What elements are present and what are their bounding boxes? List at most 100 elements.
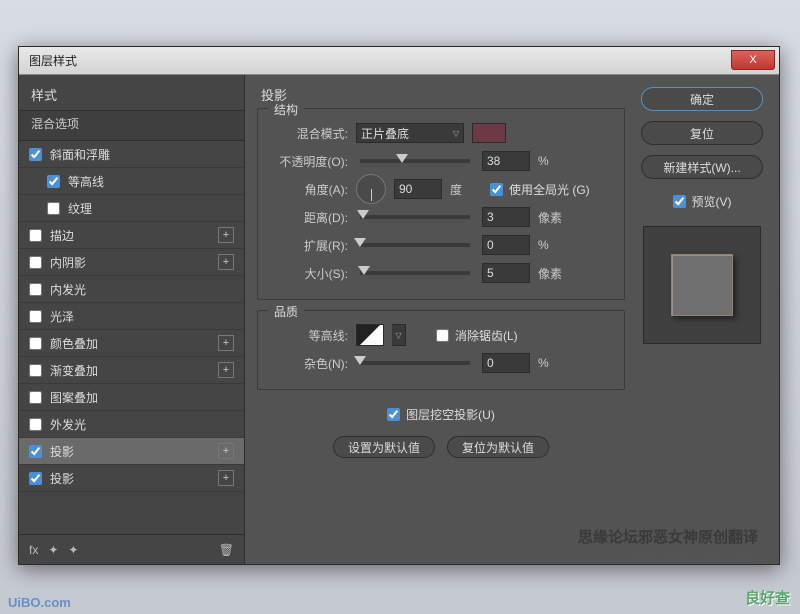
- style-item-inner-glow[interactable]: 内发光: [19, 276, 244, 303]
- color-swatch[interactable]: [472, 123, 506, 143]
- distance-label: 距离(D):: [270, 209, 348, 226]
- styles-sidebar: 样式 混合选项 斜面和浮雕 等高线 纹理 描边 + 内阴影 + 内发光 光泽 颜色叠…: [19, 75, 245, 564]
- checkbox[interactable]: [29, 283, 42, 296]
- fx-menu[interactable]: fx: [29, 543, 38, 557]
- watermark-url: www.missyuan.com: [578, 549, 758, 564]
- opacity-slider[interactable]: [360, 159, 470, 163]
- style-item-pattern-overlay[interactable]: 图案叠加: [19, 384, 244, 411]
- checkbox[interactable]: [490, 183, 503, 196]
- quality-fieldset: 品质 等高线: ▽ 消除锯齿(L) 杂色(N): %: [257, 310, 625, 390]
- style-item-gradient-overlay[interactable]: 渐变叠加 +: [19, 357, 244, 384]
- spread-input[interactable]: [482, 235, 530, 255]
- add-icon[interactable]: +: [218, 470, 234, 486]
- style-item-texture[interactable]: 纹理: [19, 195, 244, 222]
- style-item-color-overlay[interactable]: 颜色叠加+: [19, 330, 244, 357]
- checkbox[interactable]: [47, 202, 60, 215]
- checkbox[interactable]: [29, 148, 42, 161]
- style-label: 光泽: [50, 308, 74, 325]
- titlebar[interactable]: 图层样式 X: [19, 47, 779, 75]
- checkbox[interactable]: [29, 391, 42, 404]
- global-light-check[interactable]: 使用全局光 (G): [490, 181, 590, 198]
- checkbox[interactable]: [29, 445, 42, 458]
- angle-dial[interactable]: [356, 174, 386, 204]
- add-icon[interactable]: +: [218, 362, 234, 378]
- move-up-icon[interactable]: ✦: [48, 543, 58, 557]
- checkbox[interactable]: [29, 418, 42, 431]
- check-label: 消除锯齿(L): [455, 327, 518, 344]
- layer-style-dialog: 图层样式 X 样式 混合选项 斜面和浮雕 等高线 纹理 描边 + 内阴影 + 内发光…: [18, 46, 780, 565]
- distance-slider[interactable]: [360, 215, 470, 219]
- checkbox[interactable]: [47, 175, 60, 188]
- watermark: 思缘论坛邪恶女神原创翻译 www.missyuan.com: [578, 526, 758, 564]
- check-label: 预览(V): [692, 193, 732, 210]
- checkbox[interactable]: [29, 472, 42, 485]
- angle-input[interactable]: [394, 179, 442, 199]
- style-label: 描边: [50, 227, 74, 244]
- style-label: 渐变叠加: [50, 362, 98, 379]
- contour-picker[interactable]: [356, 324, 384, 346]
- add-icon[interactable]: +: [218, 443, 234, 459]
- structure-legend: 结构: [268, 101, 304, 118]
- checkbox[interactable]: [387, 408, 400, 421]
- move-down-icon[interactable]: ✦: [68, 543, 78, 557]
- checkbox[interactable]: [436, 329, 449, 342]
- distance-input[interactable]: [482, 207, 530, 227]
- chevron-down-icon[interactable]: ▽: [392, 324, 406, 346]
- main-panel: 投影 结构 混合模式: 正片叠底▽ 不透明度(O): %: [245, 75, 779, 564]
- size-input[interactable]: [482, 263, 530, 283]
- slider-thumb[interactable]: [358, 266, 370, 275]
- style-item-inner-shadow[interactable]: 内阴影 +: [19, 249, 244, 276]
- checkbox[interactable]: [29, 337, 42, 350]
- knockout-check[interactable]: 图层挖空投影(U): [387, 406, 495, 423]
- slider-thumb[interactable]: [396, 154, 408, 163]
- style-label: 斜面和浮雕: [50, 146, 110, 163]
- style-item-satin[interactable]: 光泽: [19, 303, 244, 330]
- checkbox[interactable]: [29, 310, 42, 323]
- slider-thumb[interactable]: [354, 356, 366, 365]
- opacity-row: 不透明度(O): %: [270, 147, 612, 175]
- close-button[interactable]: X: [731, 50, 775, 70]
- blend-mode-label: 混合模式:: [270, 125, 348, 142]
- spread-slider[interactable]: [360, 243, 470, 247]
- angle-label: 角度(A):: [270, 181, 348, 198]
- slider-thumb[interactable]: [354, 238, 366, 247]
- style-item-bevel[interactable]: 斜面和浮雕: [19, 141, 244, 168]
- style-item-drop-shadow[interactable]: 投影+: [19, 438, 244, 465]
- style-item-drop-shadow-2[interactable]: 投影+: [19, 465, 244, 492]
- blend-mode-select[interactable]: 正片叠底▽: [356, 123, 464, 143]
- size-label: 大小(S):: [270, 265, 348, 282]
- make-default-button[interactable]: 设置为默认值: [333, 436, 435, 458]
- opacity-input[interactable]: [482, 151, 530, 171]
- check-label: 图层挖空投影(U): [406, 406, 495, 423]
- checkbox[interactable]: [29, 364, 42, 377]
- structure-fieldset: 结构 混合模式: 正片叠底▽ 不透明度(O): % 角度(A):: [257, 108, 625, 300]
- style-item-stroke[interactable]: 描边 +: [19, 222, 244, 249]
- spread-label: 扩展(R):: [270, 237, 348, 254]
- checkbox[interactable]: [29, 256, 42, 269]
- antialias-check[interactable]: 消除锯齿(L): [436, 327, 518, 344]
- size-slider[interactable]: [360, 271, 470, 275]
- new-style-button[interactable]: 新建样式(W)...: [641, 155, 763, 179]
- checkbox[interactable]: [673, 195, 686, 208]
- trash-icon[interactable]: 🗑: [219, 543, 234, 557]
- reset-default-button[interactable]: 复位为默认值: [447, 436, 549, 458]
- sidebar-header: 样式: [19, 75, 244, 110]
- add-icon[interactable]: +: [218, 254, 234, 270]
- cancel-button[interactable]: 复位: [641, 121, 763, 145]
- blend-options-item[interactable]: 混合选项: [19, 110, 244, 141]
- style-item-contour[interactable]: 等高线: [19, 168, 244, 195]
- noise-input[interactable]: [482, 353, 530, 373]
- distance-unit: 像素: [538, 209, 570, 226]
- noise-slider[interactable]: [360, 361, 470, 365]
- checkbox[interactable]: [29, 229, 42, 242]
- contour-row: 等高线: ▽ 消除锯齿(L): [270, 321, 612, 349]
- style-list: 斜面和浮雕 等高线 纹理 描边 + 内阴影 + 内发光 光泽 颜色叠加+ 渐变叠加 +…: [19, 141, 244, 492]
- select-value: 正片叠底: [361, 125, 409, 142]
- ok-button[interactable]: 确定: [641, 87, 763, 111]
- style-item-outer-glow[interactable]: 外发光: [19, 411, 244, 438]
- add-icon[interactable]: +: [218, 227, 234, 243]
- add-icon[interactable]: +: [218, 335, 234, 351]
- style-label: 内阴影: [50, 254, 86, 271]
- preview-check[interactable]: 预览(V): [673, 193, 732, 210]
- slider-thumb[interactable]: [357, 210, 369, 219]
